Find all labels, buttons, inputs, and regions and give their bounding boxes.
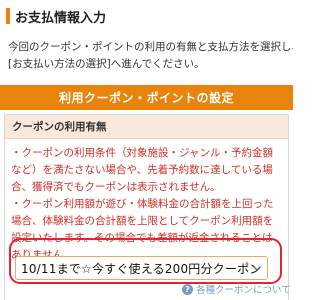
coupon-note-line: 合、獲得済でもクーポンは表示されません。 bbox=[11, 181, 221, 193]
question-circle-icon: ? bbox=[182, 283, 193, 295]
coupon-note-line: ・クーポンの利用条件（対象施設・ジャンル・予約金額 bbox=[11, 147, 273, 159]
coupon-note-line: ・クーポン利用額が遊び・体験料金の合計額を上回った bbox=[11, 198, 274, 210]
title-accent-bar bbox=[6, 8, 10, 24]
page-title: お支払情報入力 bbox=[6, 6, 106, 26]
intro-text: 今回のクーポン・ポイントの利用の有無と支払方法を選択し、 [お支払い方法の選択]… bbox=[8, 39, 293, 73]
payment-info-page: お支払情報入力 今回のクーポン・ポイントの利用の有無と支払方法を選択し、 [お支… bbox=[0, 0, 293, 300]
coupon-point-settings-header: 利用クーポン・ポイントの設定 bbox=[0, 85, 293, 110]
coupon-usage-heading-text: クーポンの利用有無 bbox=[12, 121, 107, 133]
coupon-select-value: 10/11まで☆今すぐ使える200円分クーポン bbox=[21, 261, 262, 276]
coupon-help-link[interactable]: ? 各種クーポンについて bbox=[182, 282, 291, 296]
coupon-note-line: 場合、体験料金の合計額を上限としてクーポン利用額を bbox=[11, 215, 274, 227]
chevron-down-icon bbox=[253, 266, 261, 271]
coupon-select[interactable]: 10/11まで☆今すぐ使える200円分クーポン bbox=[15, 256, 268, 280]
coupon-point-settings-label: 利用クーポン・ポイントの設定 bbox=[58, 91, 234, 105]
coupon-note-line: など）を満たさない場合や、先着予約数に達している場 bbox=[11, 164, 273, 176]
intro-line-1: 今回のクーポン・ポイントの利用の有無と支払方法を選択し、 bbox=[8, 41, 293, 53]
intro-line-2: [お支払い方法の選択]へ進んでください。 bbox=[8, 58, 205, 70]
page-title-text: お支払情報入力 bbox=[15, 10, 107, 26]
coupon-help-link-label: 各種クーポンについて bbox=[196, 285, 291, 296]
coupon-usage-heading: クーポンの利用有無 bbox=[5, 115, 288, 139]
